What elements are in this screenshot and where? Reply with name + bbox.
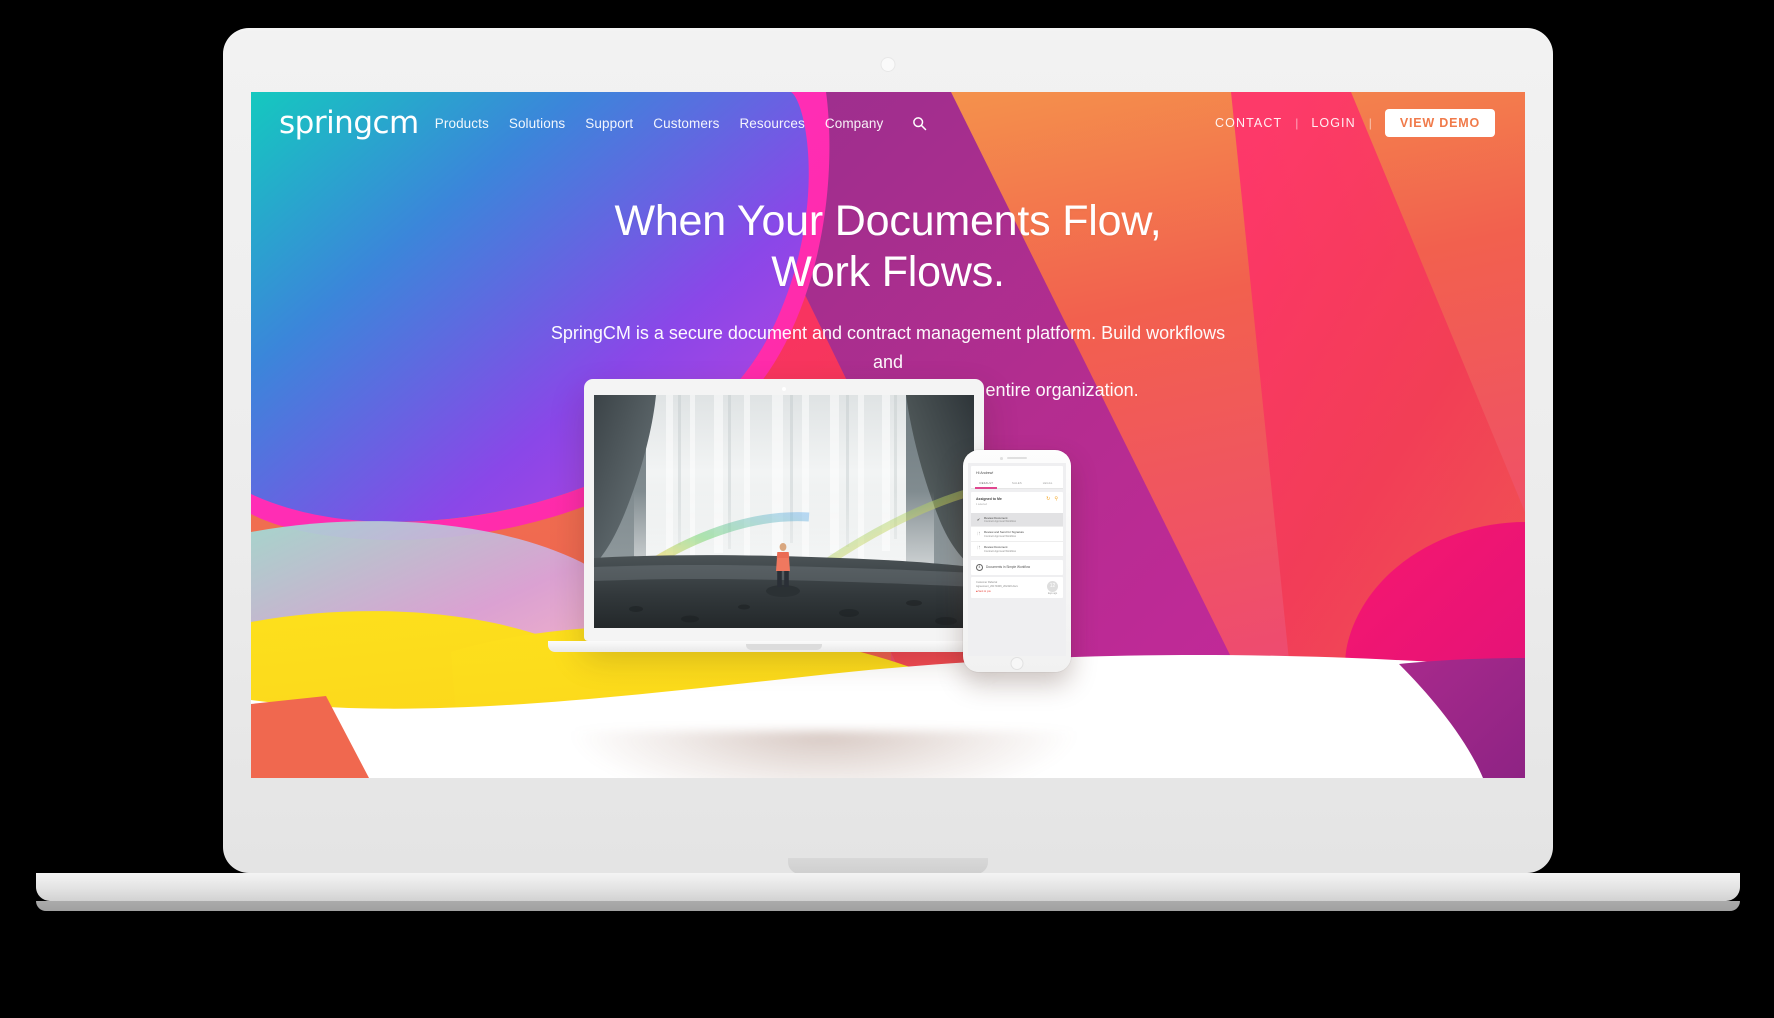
hero-section: springcm Products Solutions Support Cust… <box>251 92 1525 778</box>
nav-separator-1: | <box>1295 116 1299 130</box>
device-laptop-foot <box>746 644 822 650</box>
assigned-subtitle: 1 selected <box>976 502 987 506</box>
app-tab-bar: DEFAULT SALES LEGAL <box>971 479 1063 489</box>
laptop-mockup-frame: springcm Products Solutions Support Cust… <box>223 28 1553 874</box>
task-title: Review Document <box>984 545 1008 550</box>
task-row[interactable]: ✔ Review Document Contract Approval Work… <box>971 512 1063 528</box>
laptop-camera-icon <box>881 58 895 71</box>
primary-nav: Products Solutions Support Customers Res… <box>435 116 928 131</box>
assigned-title: Assigned to Me <box>976 497 1002 501</box>
subhead-line-1: SpringCM is a secure document and contra… <box>550 323 1226 372</box>
search-icon[interactable]: ⚲ <box>1054 497 1058 502</box>
assigned-to-me-card: Assigned to Me 1 selected ↻ ⚲ ✔ Review D… <box>971 492 1063 557</box>
waterfall-photo <box>594 395 974 628</box>
tab-default[interactable]: DEFAULT <box>971 479 1002 489</box>
nav-separator-2: | <box>1368 116 1372 130</box>
nav-item-customers[interactable]: Customers <box>653 116 719 131</box>
app-greeting: Hi Andrew! <box>976 471 994 475</box>
laptop-chin-notch <box>788 858 988 874</box>
phone-screen: Hi Andrew! DEFAULT SALES LEGAL Assigned … <box>968 463 1066 656</box>
screenshot-stage: springcm Products Solutions Support Cust… <box>0 0 1774 1018</box>
task-workflow: Contract Approval Workflow <box>984 520 1016 524</box>
springcm-logo[interactable]: springcm <box>279 105 419 141</box>
task-workflow: Contract Approval Workflow <box>984 535 1016 539</box>
refresh-icon[interactable]: ↻ <box>1046 497 1050 502</box>
document-age: 12 days ago <box>1047 580 1058 595</box>
task-workflow: Contract Approval Workflow <box>984 549 1016 553</box>
workflow-count-badge: 4 <box>976 563 983 571</box>
task-title: Review Document <box>984 515 1008 520</box>
nav-item-solutions[interactable]: Solutions <box>509 116 565 131</box>
site-navbar: springcm Products Solutions Support Cust… <box>251 92 1525 154</box>
page-title: When Your Documents Flow, Work Flows. <box>251 196 1525 297</box>
device-laptop-shadow <box>574 731 1074 778</box>
document-name: Customer Referral Agreement_20170406_202… <box>976 580 1018 588</box>
phone-camera-icon <box>1000 457 1003 460</box>
tab-sales[interactable]: SALES <box>1002 479 1033 488</box>
headline-line-1: When Your Documents Flow, <box>614 197 1162 245</box>
nav-item-support[interactable]: Support <box>585 116 633 131</box>
nav-item-products[interactable]: Products <box>435 116 489 131</box>
device-laptop-screen <box>594 395 974 628</box>
status-text: Sent to you <box>978 589 991 593</box>
hero-copy: When Your Documents Flow, Work Flows. Sp… <box>251 196 1525 405</box>
tab-legal[interactable]: LEGAL <box>1032 479 1063 488</box>
device-laptop-camera-icon <box>782 387 786 391</box>
device-laptop-mockup <box>548 379 1074 778</box>
view-demo-button[interactable]: VIEW DEMO <box>1384 108 1495 138</box>
device-laptop-lid <box>584 379 984 641</box>
task-row[interactable]: 🗋 Review and Send for Signature Contract… <box>971 527 1063 543</box>
assigned-section-header: Assigned to Me 1 selected ↻ ⚲ <box>971 492 1063 509</box>
days-label: days ago <box>1047 592 1058 595</box>
nav-item-login[interactable]: LOGIN <box>1311 116 1355 130</box>
nav-item-resources[interactable]: Resources <box>739 116 804 131</box>
laptop-base <box>36 873 1740 901</box>
document-status: ■ Sent to you <box>976 590 1038 593</box>
laptop-screen: springcm Products Solutions Support Cust… <box>251 92 1525 778</box>
workflow-count-label: Documents in Simple Workflow <box>986 565 1031 570</box>
nav-item-company[interactable]: Company <box>825 116 883 131</box>
check-icon: ✔ <box>976 516 981 522</box>
phone-home-button[interactable] <box>1010 657 1024 670</box>
task-row[interactable]: 🗋 Review Document Contract Approval Work… <box>971 542 1063 557</box>
days-badge: 12 <box>1047 580 1058 592</box>
document-icon: 🗋 <box>976 530 981 536</box>
task-list: ✔ Review Document Contract Approval Work… <box>971 512 1063 557</box>
task-title: Review and Send for Signature <box>984 530 1025 535</box>
phone-app-header-card: Hi Andrew! DEFAULT SALES LEGAL <box>971 466 1063 489</box>
device-phone-mockup: Hi Andrew! DEFAULT SALES LEGAL Assigned … <box>963 450 1071 672</box>
workflow-count-card[interactable]: 4 Documents in Simple Workflow <box>971 559 1063 575</box>
utility-nav: CONTACT | LOGIN | VIEW DEMO <box>1215 108 1495 138</box>
device-laptop-base <box>548 641 1020 652</box>
laptop-base-lip <box>36 901 1740 911</box>
nav-item-contact[interactable]: CONTACT <box>1215 116 1282 130</box>
document-icon: 🗋 <box>976 545 981 551</box>
search-icon[interactable] <box>912 116 927 131</box>
document-card[interactable]: Customer Referral Agreement_20170406_202… <box>971 576 1063 598</box>
phone-speaker <box>1007 457 1027 459</box>
headline-line-2: Work Flows. <box>771 247 1005 296</box>
